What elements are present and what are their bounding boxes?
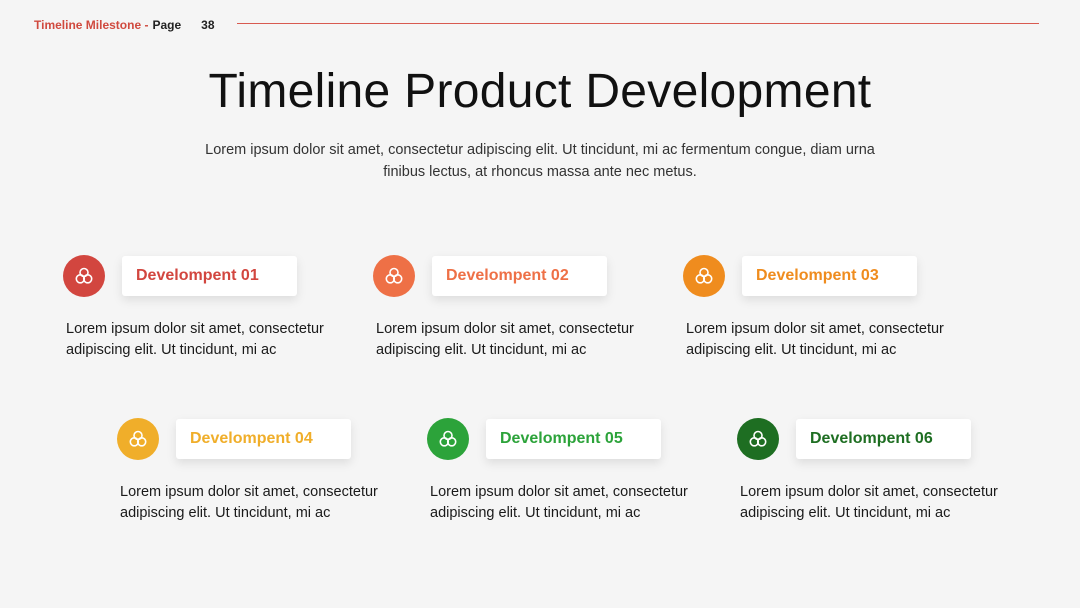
header-page-label: Page	[152, 18, 182, 32]
milestone-description: Lorem ipsum dolor sit amet, consectetur …	[686, 321, 944, 358]
group-icon	[373, 255, 415, 297]
milestone-label: Develompent 01	[122, 256, 297, 296]
milestone-item: Develompent 04 Lorem ipsum dolor sit ame…	[117, 418, 417, 538]
group-icon	[117, 418, 159, 460]
milestone-item: Develompent 03 Lorem ipsum dolor sit ame…	[683, 255, 983, 375]
page-number: 38	[201, 18, 215, 32]
milestone-description: Lorem ipsum dolor sit amet, consectetur …	[66, 321, 324, 358]
milestone-label: Develompent 05	[486, 419, 661, 459]
header-bar: Timeline Milestone - Page 38	[34, 16, 215, 34]
milestone-item: Develompent 06 Lorem ipsum dolor sit ame…	[737, 418, 1037, 538]
group-icon	[683, 255, 725, 297]
header-divider	[237, 23, 1039, 24]
milestone-description: Lorem ipsum dolor sit amet, consectetur …	[376, 321, 634, 358]
milestone-description: Lorem ipsum dolor sit amet, consectetur …	[430, 484, 688, 521]
milestone-label: Develompent 02	[432, 256, 607, 296]
milestone-description: Lorem ipsum dolor sit amet, consectetur …	[740, 484, 998, 521]
milestone-label: Develompent 06	[796, 419, 971, 459]
group-icon	[427, 418, 469, 460]
page-title: Timeline Product Development	[208, 65, 872, 118]
page-subtitle: Lorem ipsum dolor sit amet, consectetur …	[205, 142, 875, 180]
milestone-item: Develompent 05 Lorem ipsum dolor sit ame…	[427, 418, 727, 538]
milestone-label: Develompent 04	[176, 419, 351, 459]
group-icon	[63, 255, 105, 297]
milestone-item: Develompent 01 Lorem ipsum dolor sit ame…	[63, 255, 363, 375]
header-brand: Timeline Milestone -	[34, 18, 149, 32]
milestone-label: Develompent 03	[742, 256, 917, 296]
milestone-item: Develompent 02 Lorem ipsum dolor sit ame…	[373, 255, 673, 375]
milestone-description: Lorem ipsum dolor sit amet, consectetur …	[120, 484, 378, 521]
group-icon	[737, 418, 779, 460]
